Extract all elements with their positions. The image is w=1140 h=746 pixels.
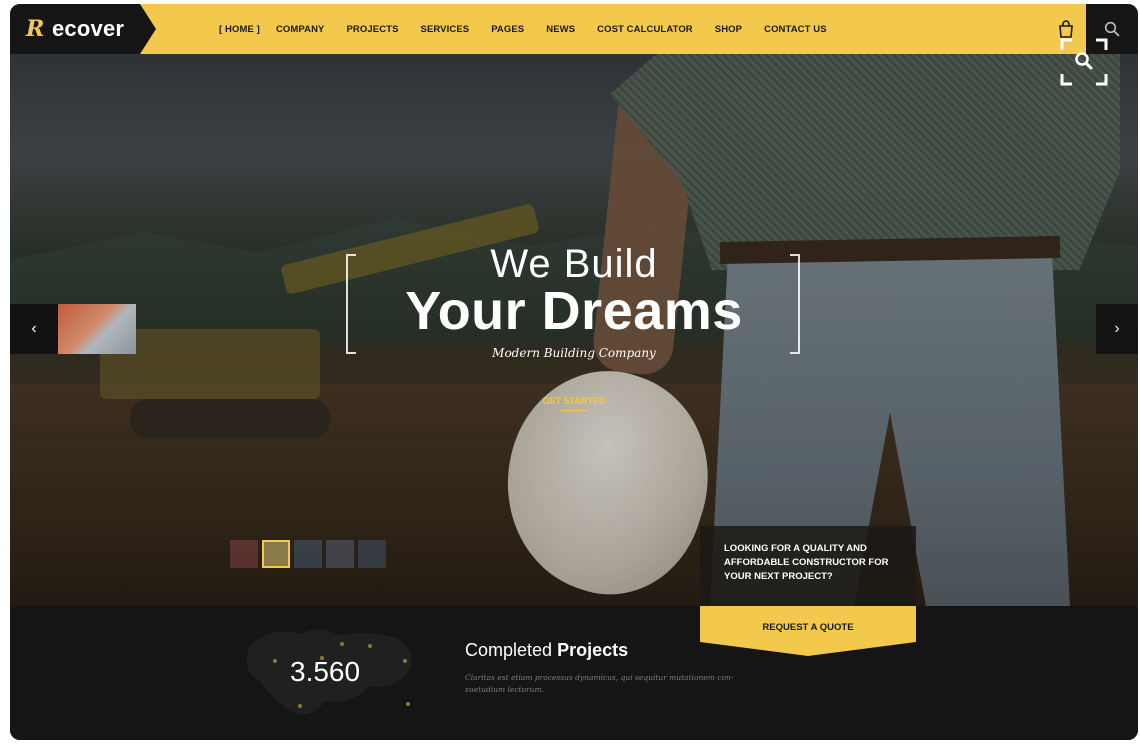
- logo-text: ecover: [52, 16, 125, 41]
- nav-item-cost-calculator[interactable]: COST CALCULATOR: [597, 24, 693, 35]
- main-nav: HOME COMPANY PROJECTS SERVICES PAGES NEW…: [219, 4, 849, 54]
- chevron-right-icon: ›: [1114, 320, 1120, 337]
- stat-title: Completed Projects: [465, 640, 628, 661]
- stat-title-bold: Projects: [557, 640, 629, 660]
- site-header: R ecover HOME COMPANY PROJECTS SERVICES …: [10, 4, 1138, 54]
- hero-tagline: Modern Building Company: [492, 346, 656, 360]
- quote-text: LOOKING FOR A QUALITY AND AFFORDABLE CON…: [724, 543, 889, 582]
- slider-prev-thumbnail[interactable]: [58, 304, 136, 354]
- website-screenshot: R ecover HOME COMPANY PROJECTS SERVICES …: [10, 4, 1138, 740]
- zoom-expand-icon: [1060, 38, 1108, 86]
- slider-thumbnail[interactable]: [230, 540, 258, 568]
- nav-item-company[interactable]: COMPANY: [276, 24, 325, 35]
- get-started-button[interactable]: GET STARTED: [534, 396, 614, 406]
- slider-thumbnail-active[interactable]: [262, 540, 290, 568]
- nav-item-home[interactable]: HOME: [219, 24, 260, 35]
- logo[interactable]: R ecover: [10, 4, 156, 54]
- slider-thumbnail[interactable]: [326, 540, 354, 568]
- logo-mark: R: [26, 16, 45, 42]
- quote-card: LOOKING FOR A QUALITY AND AFFORDABLE CON…: [700, 526, 916, 606]
- stat-description: Claritas est etiam processus dynamicus, …: [465, 673, 734, 694]
- nav-item-projects[interactable]: PROJECTS: [347, 24, 399, 35]
- nav-item-pages[interactable]: PAGES: [491, 24, 524, 35]
- slider-next-button[interactable]: ›: [1096, 304, 1138, 354]
- slider-thumbnail[interactable]: [294, 540, 322, 568]
- hero-slider: We Build Your Dreams Modern Building Com…: [10, 54, 1138, 606]
- slider-thumbnails: [230, 540, 386, 568]
- hero-heading-line2: Your Dreams: [405, 281, 743, 341]
- nav-item-contact-us[interactable]: CONTACT US: [764, 24, 827, 35]
- slider-prev-button[interactable]: ‹: [10, 304, 58, 354]
- zoom-expand-button[interactable]: [1056, 34, 1112, 90]
- nav-item-shop[interactable]: SHOP: [715, 24, 742, 35]
- nav-item-news[interactable]: NEWS: [546, 24, 575, 35]
- chevron-left-icon: ‹: [31, 320, 37, 337]
- stat-title-light: Completed: [465, 640, 553, 660]
- request-quote-button[interactable]: REQUEST A QUOTE: [700, 606, 916, 656]
- stat-number: 3.560: [290, 656, 361, 687]
- stats-section: 3.560 Completed Projects Claritas est et…: [10, 606, 1138, 740]
- slider-thumbnail[interactable]: [358, 540, 386, 568]
- nav-item-services[interactable]: SERVICES: [421, 24, 470, 35]
- cta-underline: [561, 410, 587, 411]
